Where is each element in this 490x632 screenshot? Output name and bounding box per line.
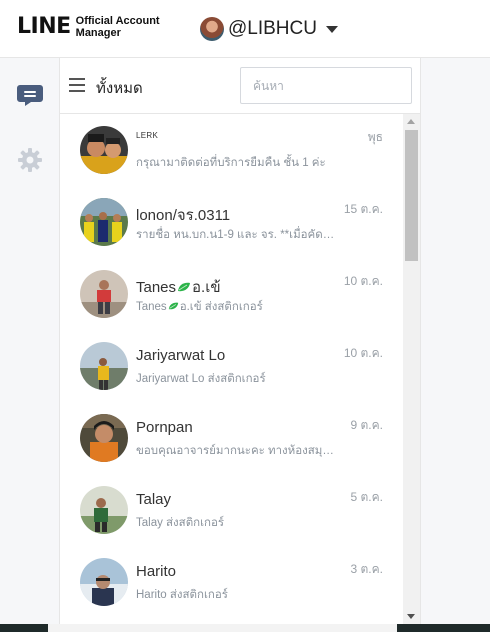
chat-list-item[interactable]: Jariyarwat Lo 10 ต.ค. Jariyarwat Lo ส่งส… bbox=[60, 330, 403, 402]
logo-wordmark: LINE bbox=[17, 14, 71, 39]
chat-name: Harito bbox=[136, 563, 177, 580]
chat-list-item[interactable]: Pornpan 9 ต.ค. ขอบคุณอาจารย์มากนะคะ ทางห… bbox=[60, 402, 403, 474]
chat-content-area bbox=[421, 58, 490, 624]
bottom-edge-strip bbox=[0, 624, 490, 632]
scroll-down-arrow-icon[interactable] bbox=[407, 614, 415, 619]
chat-name: Pornpan bbox=[136, 419, 193, 436]
chat-preview: Tanes อ.เข้ ส่งสติกเกอร์ bbox=[136, 298, 336, 316]
chat-list-panel: ทั้งหมด LERK พุธ กรุณามาต bbox=[60, 58, 421, 624]
chat-list-item[interactable]: lonon/จร.0311 15 ต.ค. รายชื่อ หน.บก.น1-9… bbox=[60, 186, 403, 258]
filter-label-all[interactable]: ทั้งหมด bbox=[96, 76, 143, 100]
chat-timestamp: 10 ต.ค. bbox=[343, 274, 383, 288]
leaf-emoji-icon bbox=[178, 282, 191, 292]
chat-timestamp: 15 ต.ค. bbox=[343, 202, 383, 216]
avatar bbox=[80, 342, 128, 390]
avatar bbox=[80, 198, 128, 246]
chat-preview-part: Tanes bbox=[136, 301, 167, 313]
gear-icon[interactable] bbox=[16, 146, 44, 174]
scrollbar-thumb[interactable] bbox=[405, 130, 418, 261]
logo-subtitle-line2: Manager bbox=[75, 27, 121, 39]
chat-timestamp: 10 ต.ค. bbox=[343, 346, 383, 360]
chat-name-part: Tanes bbox=[136, 279, 177, 296]
chat-timestamp: 5 ต.ค. bbox=[350, 490, 384, 504]
top-header: LINE Official Account Manager @LIBHCU bbox=[0, 0, 490, 58]
search-input[interactable] bbox=[240, 67, 412, 104]
chat-name: Jariyarwat Lo bbox=[136, 347, 226, 364]
chat-preview: Talay ส่งสติกเกอร์ bbox=[136, 517, 225, 529]
left-nav-rail bbox=[0, 58, 60, 632]
chat-name: lonon/จร.0311 bbox=[136, 207, 231, 224]
chat-preview-part: อ.เข้ ส่งสติกเกอร์ bbox=[179, 301, 263, 313]
account-avatar bbox=[200, 17, 224, 41]
chat-name-part: อ.เข้ bbox=[192, 279, 221, 296]
avatar bbox=[80, 558, 128, 606]
chat-timestamp: 3 ต.ค. bbox=[350, 562, 384, 576]
chat-list-toolbar: ทั้งหมด bbox=[60, 58, 421, 114]
chat-preview: กรุณามาติดต่อที่บริการยืมคืน ชั้น 1 ค่ะ bbox=[136, 157, 326, 169]
chat-list-scrollbar[interactable] bbox=[403, 114, 420, 624]
line-oa-manager-window: LINE Official Account Manager @LIBHCU ทั… bbox=[0, 0, 490, 632]
logo-subtitle: Official Account Manager bbox=[76, 15, 160, 39]
chat-preview: รายชื่อ หน.บก.น1-9 และ จร. **เมื่อคัดเลื… bbox=[136, 229, 336, 241]
chat-list-item[interactable]: Harito 3 ต.ค. Harito ส่งสติกเกอร์ bbox=[60, 546, 403, 618]
chat-preview: Jariyarwat Lo ส่งสติกเกอร์ bbox=[136, 373, 266, 385]
avatar bbox=[80, 126, 128, 174]
caret-down-icon bbox=[325, 25, 338, 33]
logo-subtitle-line1: Official Account bbox=[75, 15, 160, 27]
chat-name: Talay bbox=[136, 491, 172, 508]
chat-preview: ขอบคุณอาจารย์มากนะคะ ทางห้องสมุดได้รับเร… bbox=[136, 445, 336, 457]
chat-name: LERK bbox=[136, 131, 159, 140]
chat-list-item[interactable]: Tanes อ.เข้ 10 ต.ค. Tanes อ.เข้ ส่งสติกเกอ… bbox=[60, 258, 403, 330]
chat-timestamp: 9 ต.ค. bbox=[350, 418, 384, 432]
chat-list: LERK พุธ กรุณามาติดต่อที่บริการยืมคืน ชั… bbox=[60, 114, 403, 624]
avatar bbox=[80, 414, 128, 462]
avatar bbox=[80, 270, 128, 318]
leaf-emoji-icon bbox=[168, 302, 178, 310]
line-oa-logo[interactable]: LINE Official Account Manager bbox=[17, 14, 160, 40]
chat-icon[interactable] bbox=[16, 80, 44, 108]
bottom-edge-dark-left bbox=[0, 624, 48, 632]
chat-name: Tanes อ.เข้ bbox=[136, 275, 221, 299]
bottom-edge-dark-right bbox=[397, 624, 490, 632]
chat-list-item[interactable]: Talay 5 ต.ค. Talay ส่งสติกเกอร์ bbox=[60, 474, 403, 546]
account-switcher[interactable]: @LIBHCU bbox=[200, 17, 338, 41]
menu-icon[interactable] bbox=[69, 78, 85, 92]
avatar bbox=[80, 486, 128, 534]
scroll-up-arrow-icon[interactable] bbox=[407, 119, 415, 124]
chat-preview: Harito ส่งสติกเกอร์ bbox=[136, 589, 228, 601]
account-name: @LIBHCU bbox=[228, 18, 317, 39]
chat-list-item[interactable]: LERK พุธ กรุณามาติดต่อที่บริการยืมคืน ชั… bbox=[60, 114, 403, 186]
chat-timestamp: พุธ bbox=[367, 130, 383, 144]
